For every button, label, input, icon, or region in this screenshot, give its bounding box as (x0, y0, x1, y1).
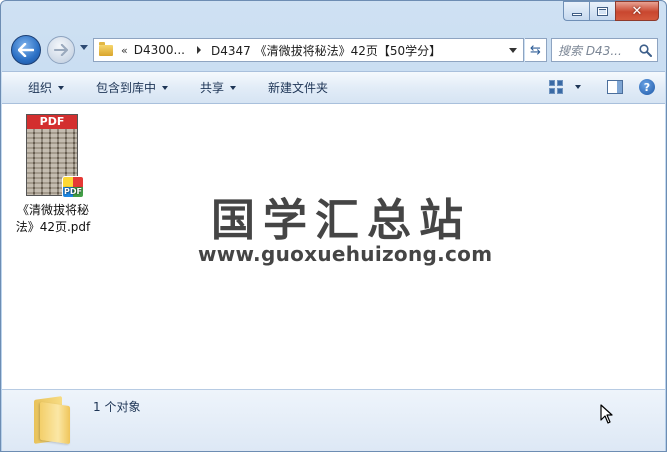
new-folder-button[interactable]: 新建文件夹 (268, 79, 328, 96)
caption-buttons: ✕ (563, 1, 659, 21)
include-in-library-label: 包含到库中 (96, 81, 157, 95)
forward-button[interactable] (47, 36, 75, 64)
chevron-down-icon (162, 85, 169, 90)
pdf-banner-label: PDF (27, 115, 77, 129)
share-label: 共享 (200, 81, 225, 95)
chevron-down-icon (58, 85, 65, 90)
minimize-button[interactable] (563, 1, 589, 21)
pdf-app-icon: PDF (62, 176, 84, 198)
mouse-cursor-icon (600, 404, 613, 424)
view-options-dropdown-icon[interactable] (575, 85, 581, 89)
file-item-pdf[interactable]: PDF PDF 《清微拔将秘法》42页.pdf (12, 114, 94, 236)
pdf-thumbnail: PDF PDF (26, 114, 84, 198)
breadcrumb-item-current[interactable]: D4347 《清微拔将秘法》42页【50学分】 (211, 42, 441, 59)
preview-pane-icon[interactable] (607, 80, 623, 94)
organize-menu[interactable]: 组织 (28, 79, 65, 96)
item-count: 1 个对象 (93, 400, 141, 414)
close-icon: ✕ (631, 3, 643, 19)
search-box[interactable]: 搜索 D43... (551, 38, 658, 62)
command-bar: 组织 包含到库中 共享 新建文件夹 ? (2, 71, 665, 104)
chevron-down-icon (230, 85, 237, 90)
file-name[interactable]: 《清微拔将秘法》42页.pdf (12, 202, 94, 236)
maximize-icon (597, 6, 608, 16)
organize-label: 组织 (28, 81, 53, 95)
back-arrow-icon (18, 43, 34, 57)
refresh-button[interactable]: ⇆ (525, 38, 547, 62)
breadcrumb-separator-icon[interactable] (196, 46, 201, 54)
file-list-area[interactable]: PDF PDF 《清微拔将秘法》42页.pdf 国学汇总站 www.guoxue… (2, 104, 665, 389)
breadcrumb-item[interactable]: D4300... (134, 43, 185, 57)
minimize-icon (571, 12, 582, 16)
back-button[interactable] (11, 35, 41, 65)
watermark-url: www.guoxuehuizong.com (198, 242, 493, 266)
refresh-icon: ⇆ (530, 42, 541, 58)
search-input[interactable]: 搜索 D43... (558, 42, 636, 59)
navigation-bar: « D4300... D4347 《清微拔将秘法》42页【50学分】 ⇆ 搜索 … (9, 33, 658, 67)
address-bar[interactable]: « D4300... D4347 《清微拔将秘法》42页【50学分】 (93, 38, 524, 62)
watermark-title: 国学汇总站 (211, 195, 471, 246)
breadcrumb-overflow[interactable]: « (121, 44, 128, 57)
forward-arrow-icon (54, 44, 68, 56)
folder-icon-large (30, 396, 70, 445)
search-icon[interactable] (636, 43, 654, 57)
close-button[interactable]: ✕ (615, 1, 659, 21)
explorer-window: ✕ « D4300... D4347 《清微拔将秘法》42页【50学分】 ⇆ 搜… (0, 0, 667, 452)
new-folder-label: 新建文件夹 (268, 81, 329, 95)
folder-icon (99, 41, 113, 56)
help-icon[interactable]: ? (639, 79, 655, 95)
maximize-button[interactable] (589, 1, 615, 21)
toolbar-right-group: ? (549, 79, 655, 95)
recent-pages-dropdown[interactable] (80, 45, 88, 50)
details-pane: 1 个对象 (2, 389, 665, 451)
include-in-library-menu[interactable]: 包含到库中 (96, 79, 169, 96)
pdf-badge-label: PDF (64, 187, 82, 196)
share-menu[interactable]: 共享 (200, 79, 237, 96)
change-view-icon[interactable] (549, 80, 563, 94)
address-dropdown-icon[interactable] (509, 47, 517, 53)
